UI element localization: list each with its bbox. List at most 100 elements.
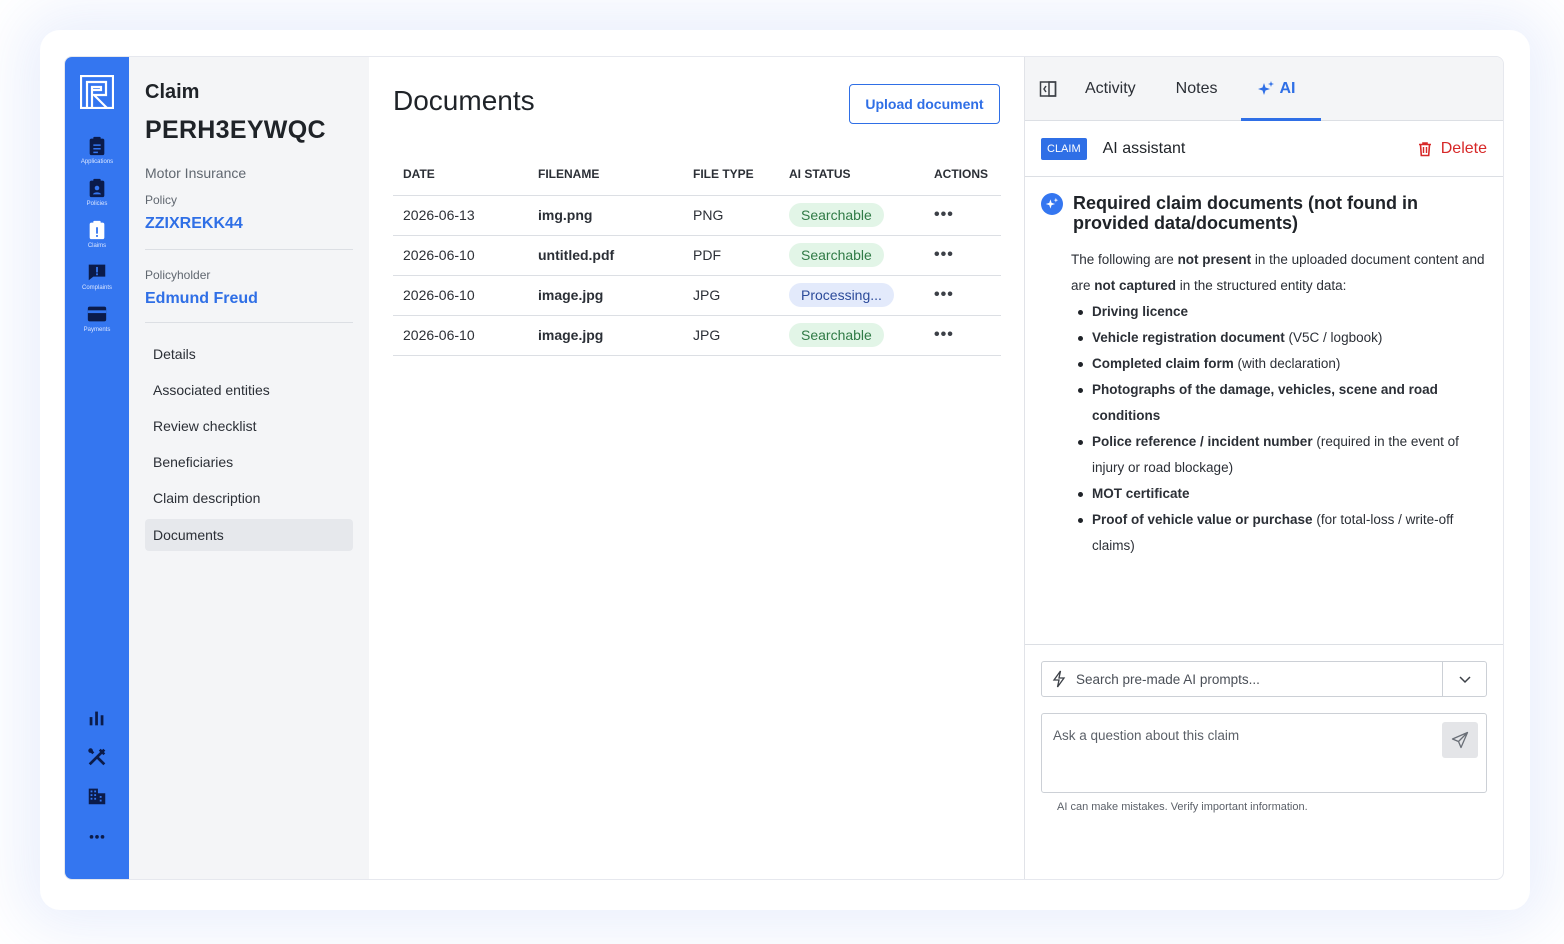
ask-box xyxy=(1041,713,1487,793)
claim-nav-documents[interactable]: Documents xyxy=(145,519,353,551)
rail-label: Complaints xyxy=(81,285,112,291)
clipboard-icon xyxy=(89,136,105,156)
column-header-file-type[interactable]: FILE TYPE xyxy=(683,165,779,196)
policy-link[interactable]: ZZIXREKK44 xyxy=(145,215,353,233)
app-logo[interactable] xyxy=(80,75,114,109)
rail-reports[interactable] xyxy=(86,707,108,734)
column-header-date[interactable]: DATE xyxy=(393,165,528,196)
rail-tools[interactable] xyxy=(86,746,108,773)
table-row[interactable]: 2026-06-13 img.png PNG Searchable ••• xyxy=(393,195,1001,236)
cell-date: 2026-06-10 xyxy=(393,275,528,316)
list-item: Police reference / incident number (requ… xyxy=(1075,429,1487,481)
column-header-filename[interactable]: FILENAME xyxy=(528,165,683,196)
rail-label: Applications xyxy=(80,159,114,165)
active-tab-underline xyxy=(1241,118,1321,121)
bolt-icon xyxy=(1052,670,1066,688)
status-badge: Processing... xyxy=(789,283,894,307)
more-icon xyxy=(89,835,105,839)
upload-document-button[interactable]: Upload document xyxy=(849,84,1000,124)
row-actions-button[interactable]: ••• xyxy=(934,326,954,343)
status-badge: Searchable xyxy=(789,203,884,227)
side-tabs: Activity Notes AI xyxy=(1025,57,1503,121)
cell-actions: ••• xyxy=(924,315,1001,356)
prompt-select[interactable]: Search pre-made AI prompts... xyxy=(1041,661,1487,697)
cell-actions: ••• xyxy=(924,235,1001,276)
rail-item-policies[interactable]: Policies xyxy=(86,177,108,207)
tab-activity[interactable]: Activity xyxy=(1085,80,1136,98)
rail-organisation[interactable] xyxy=(86,785,108,812)
claim-nav-claim-description[interactable]: Claim description xyxy=(145,481,353,517)
list-item: Driving licence xyxy=(1075,299,1487,325)
claim-nav-details[interactable]: Details xyxy=(145,337,353,373)
collapse-panel-icon[interactable] xyxy=(1039,80,1057,98)
claim-nav-beneficiaries[interactable]: Beneficiaries xyxy=(145,445,353,481)
rail-label: Claims xyxy=(87,243,107,249)
cell-filename[interactable]: untitled.pdf xyxy=(528,235,683,276)
claim-product: Motor Insurance xyxy=(145,165,247,181)
row-actions-button[interactable]: ••• xyxy=(934,286,954,303)
ai-panel: Activity Notes AI CLAIM AI assistant Del… xyxy=(1024,57,1503,879)
cell-file-type: JPG xyxy=(683,275,779,316)
send-icon xyxy=(1451,731,1469,749)
tab-notes[interactable]: Notes xyxy=(1176,80,1218,98)
prompt-select-placeholder: Search pre-made AI prompts... xyxy=(1076,671,1260,687)
ai-response-heading: Required claim documents (not found in p… xyxy=(1073,193,1419,233)
sparkle-icon xyxy=(1258,80,1275,95)
rail-item-payments[interactable]: Payments xyxy=(83,303,111,333)
column-header-ai-status[interactable]: AI STATUS xyxy=(779,165,924,196)
ai-assistant-title: AI assistant xyxy=(1102,139,1186,157)
tab-ai[interactable]: AI xyxy=(1257,80,1295,98)
table-row[interactable]: 2026-06-10 untitled.pdf PDF Searchable ••• xyxy=(393,235,1001,276)
ask-input[interactable] xyxy=(1042,714,1422,784)
app-window: Applications Policies Claims Complaints … xyxy=(64,56,1504,880)
ai-response-intro: The following are not present in the upl… xyxy=(1071,252,1485,293)
status-badge: Searchable xyxy=(789,243,884,267)
list-item: MOT certificate xyxy=(1075,481,1487,507)
row-actions-button[interactable]: ••• xyxy=(934,246,954,263)
row-actions-button[interactable]: ••• xyxy=(934,206,954,223)
policyholder-label: Policyholder xyxy=(145,268,211,282)
building-icon xyxy=(88,788,106,805)
rail-label: Payments xyxy=(83,327,111,333)
table-row[interactable]: 2026-06-10 image.jpg JPG Processing... ••• xyxy=(393,275,1001,316)
documents-section: Documents Upload document DATE FILENAME … xyxy=(369,57,1024,879)
claim-nav-associated-entities[interactable]: Associated entities xyxy=(145,373,353,409)
tools-icon xyxy=(88,748,106,766)
chevron-down-icon[interactable] xyxy=(1458,674,1472,684)
delete-button[interactable]: Delete xyxy=(1417,140,1487,158)
ai-disclaimer: AI can make mistakes. Verify important i… xyxy=(1057,801,1308,813)
policyholder-link[interactable]: Edmund Freud xyxy=(145,290,353,308)
card-icon xyxy=(87,306,107,322)
cell-ai-status: Searchable xyxy=(779,195,924,236)
send-button[interactable] xyxy=(1442,722,1478,758)
rail-item-claims[interactable]: Claims xyxy=(86,219,108,249)
rail-item-complaints[interactable]: Complaints xyxy=(82,261,112,291)
delete-label: Delete xyxy=(1440,139,1487,157)
cell-file-type: PNG xyxy=(683,195,779,236)
nav-rail: Applications Policies Claims Complaints … xyxy=(65,57,129,879)
trash-icon xyxy=(1418,141,1431,156)
cell-actions: ••• xyxy=(924,275,1001,316)
rail-item-applications[interactable]: Applications xyxy=(81,135,113,165)
cell-date: 2026-06-10 xyxy=(393,315,528,356)
list-item: Vehicle registration document (V5C / log… xyxy=(1075,325,1487,351)
cell-date: 2026-06-10 xyxy=(393,235,528,276)
tab-ai-label: AI xyxy=(1279,79,1296,97)
cell-filename[interactable]: image.jpg xyxy=(528,315,683,356)
cell-file-type: PDF xyxy=(683,235,779,276)
claim-nav-review-checklist[interactable]: Review checklist xyxy=(145,409,353,445)
rail-label: Policies xyxy=(86,201,108,207)
ai-header: CLAIM AI assistant Delete xyxy=(1025,121,1503,177)
ai-response: Required claim documents (not found in p… xyxy=(1025,177,1503,645)
cell-filename[interactable]: image.jpg xyxy=(528,275,683,316)
cell-file-type: JPG xyxy=(683,315,779,356)
badge-icon xyxy=(89,178,105,198)
claim-title: Claim xyxy=(145,81,200,103)
rail-more[interactable] xyxy=(86,824,108,851)
cell-actions: ••• xyxy=(924,195,1001,236)
ai-sparkle-icon xyxy=(1041,193,1063,215)
documents-table: DATE FILENAME FILE TYPE AI STATUS ACTION… xyxy=(393,165,1001,356)
cell-filename[interactable]: img.png xyxy=(528,195,683,236)
policy-label: Policy xyxy=(145,193,178,207)
table-row[interactable]: 2026-06-10 image.jpg JPG Searchable ••• xyxy=(393,315,1001,356)
